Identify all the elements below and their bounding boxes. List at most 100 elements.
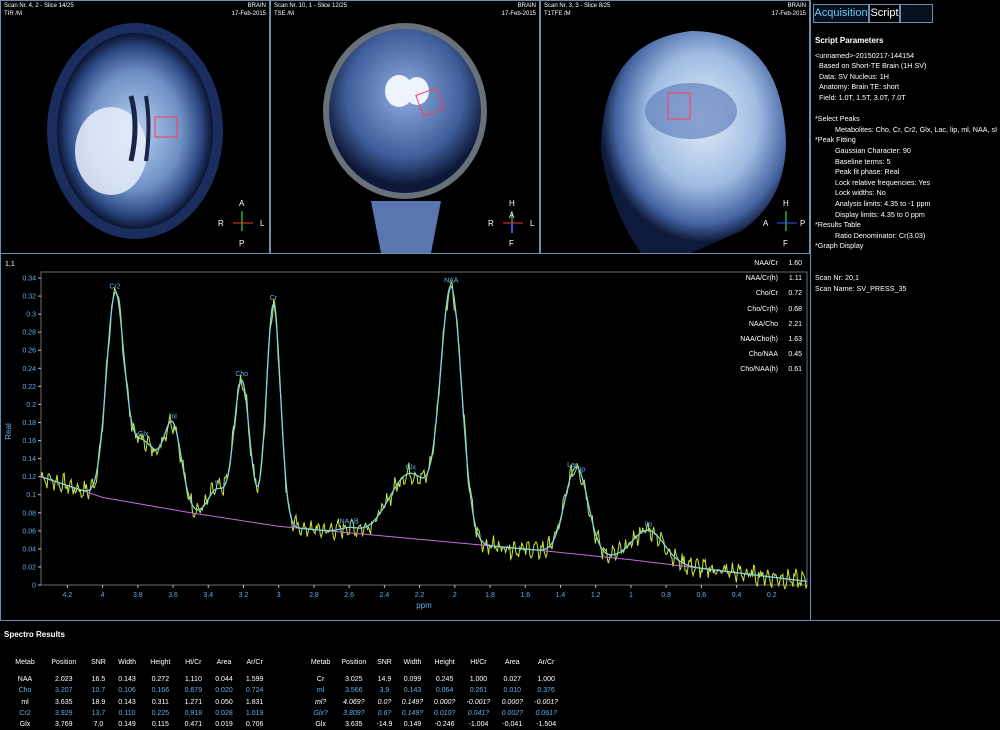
table-cell: Glx (315, 721, 326, 729)
header-cell: Ht/Cr (470, 659, 487, 667)
table-cell: 13.7 (91, 709, 106, 717)
x-tick-label: 3 (277, 592, 281, 599)
orient-right: L (530, 219, 535, 228)
orient-bottom: F (783, 239, 788, 248)
param-line: Based on Short-TE Brain (1H SV) (815, 61, 927, 71)
y-tick-label: 0.02 (22, 564, 36, 571)
header-cell: SNR (91, 659, 106, 667)
table-cell: 0.019 (215, 721, 233, 729)
y-tick-label: 0.24 (22, 366, 36, 373)
y-tick-label: 0.28 (22, 330, 36, 337)
param-line: Anatomy: Brain TE: short (815, 82, 900, 92)
table-cell: ml? (314, 698, 327, 706)
table-cell: ml (316, 687, 325, 695)
y-tick-label: 0.12 (22, 474, 36, 481)
table-cell: 1.000 (469, 676, 488, 684)
x-tick-label: 3.2 (239, 592, 249, 599)
spectrum-panel[interactable]: 1,1 NAA/Cr 1.60 NAA/Cr(h) 1.11 Cho/Cr 0.72 Cho… (0, 253, 811, 621)
param-line: Scan Nr: 20,1 (815, 273, 859, 283)
table-cell: 0.6? (377, 709, 392, 717)
table-cell: 0.918 (184, 709, 203, 717)
table-cell: 4.069? (343, 698, 365, 706)
orient-top: A (239, 199, 245, 208)
x-tick-label: 1 (629, 592, 633, 599)
tab-script[interactable]: Script (869, 4, 900, 23)
x-tick-label: 0.2 (767, 592, 777, 599)
header-cell: Width (118, 659, 136, 667)
table-cell: 0.166 (151, 687, 170, 695)
table-cell: 0.044 (215, 676, 233, 684)
x-tick-label: 3.6 (168, 592, 178, 599)
table-cell: 0.311 (151, 698, 169, 706)
table-cell: -0.041 (502, 721, 523, 729)
table-cell: 0.000? (501, 698, 524, 706)
param-line: *Graph Display (815, 241, 864, 251)
param-line: Analysis limits: 4.35 to -1 ppm (815, 198, 931, 208)
sagittal-brain-image (601, 31, 797, 253)
table-row: Cr 3.025 14.9 0.099 0.245 1.000 0.027 1.000 (306, 674, 564, 685)
table-cell: 0.027 (503, 676, 522, 684)
orient-left: R (488, 219, 494, 228)
x-tick-label: 1.8 (485, 592, 495, 599)
table-row: Glx 3.635 -14.9 0.149 -0.246 -1.004 -0.041 -1.5… (306, 719, 564, 730)
spectrum-chart[interactable]: 0 0.02 0.04 0.06 0.08 0.1 0.12 0.14 0.16 0.18 0.2 0… (1, 254, 810, 620)
tab-acquisition[interactable]: Acquisition (813, 4, 869, 23)
tab-blank[interactable] (900, 4, 933, 23)
coronal-brain-image (323, 23, 523, 253)
y-tick-label: 0.1 (26, 492, 36, 499)
x-tick-label: 0.8 (661, 592, 671, 599)
orient-top: H (509, 199, 515, 208)
x-tick-label: 2 (453, 592, 457, 599)
mri-viewport-axial[interactable]: Scan Nr. 4, 2 - Slice 14/25 BRAIN TIR /M 1… (0, 0, 270, 254)
param-line: Lock relative frequencies: Yes (815, 177, 931, 187)
y-tick-label: 0.34 (22, 276, 36, 283)
mri-viewport-coronal[interactable]: Scan Nr. 10, 1 - Slice 12/25 BRAIN TSE /M… (270, 0, 540, 254)
x-tick-label: 4.2 (63, 592, 73, 599)
table-cell: 0.143 (118, 698, 136, 706)
peak-label: Cr (270, 295, 278, 302)
y-tick-label: 0.08 (22, 510, 36, 517)
script-parameters: Script Parameters <unnamed>-20150217-144… (815, 36, 997, 294)
peak-label: NAAB (340, 518, 359, 525)
table-row: Glx? 3.809? 0.6? 0.149? 0.010? 0.041? 0.002? 0.… (306, 708, 564, 719)
table-row: ml? 4.069? 0.0? 0.149? 0.000? -0.001? 0.000? -0… (306, 697, 564, 708)
table-cell: 0.261 (469, 687, 488, 695)
x-tick-label: 1.4 (556, 592, 566, 599)
table-cell: 3.9 (379, 687, 390, 695)
y-tick-label: 0.14 (22, 456, 36, 463)
param-line: Field: 1.0T, 1.5T, 3.0T, 7.0T (815, 92, 906, 102)
table-cell: 1.019 (245, 709, 264, 717)
side-panel: Acquisition Script Script Parameters <un… (810, 0, 1000, 620)
table-cell: 0.149 (403, 721, 422, 729)
x-tick-label: 2.6 (344, 592, 354, 599)
x-tick-label: 0.6 (696, 592, 706, 599)
x-tick-label: 2.2 (415, 592, 425, 599)
table-cell: Cr (316, 676, 325, 684)
table-cell: -1.504 (536, 721, 557, 729)
param-line (815, 262, 997, 273)
table-cell: 0.028 (215, 709, 233, 717)
table-cell: 18.9 (91, 698, 106, 706)
param-line: Scan Name: SV_PRESS_35 (815, 283, 907, 293)
peak-label: lip (645, 521, 652, 528)
table-cell: 0.679 (184, 687, 203, 695)
header-cell: SNR (377, 659, 392, 667)
orient-right: L (260, 219, 265, 228)
table-cell: 3.635 (345, 721, 363, 729)
y-tick-label: 0.3 (26, 312, 36, 319)
table-cell: 0.115 (151, 721, 169, 729)
peak-label: Cr2 (109, 283, 120, 290)
table-cell: 0.010? (433, 709, 456, 717)
table-cell: 0.000? (433, 698, 456, 706)
mri-viewport-sagittal[interactable]: Scan Nr. 3, 3 - Slice 8/25 BRAIN T1TFE /M… (540, 0, 810, 254)
header-cell: Height (434, 659, 455, 667)
results-table-left: Metab Position SNR Width Height Ht/Cr Area Ar/C… (8, 657, 270, 730)
axial-brain-image (47, 23, 253, 239)
table-row: Glx 3.769 7.0 0.149 0.115 0.471 0.019 0.706 (8, 719, 270, 730)
peak-label: Cho (235, 371, 248, 378)
x-tick-label: 2.4 (380, 592, 390, 599)
x-tick-label: 3.8 (133, 592, 143, 599)
table-cell: 0.0? (377, 698, 392, 706)
param-line: Display limits: 4.35 to 0 ppm (815, 209, 925, 219)
table-cell: 0.110 (118, 709, 136, 717)
